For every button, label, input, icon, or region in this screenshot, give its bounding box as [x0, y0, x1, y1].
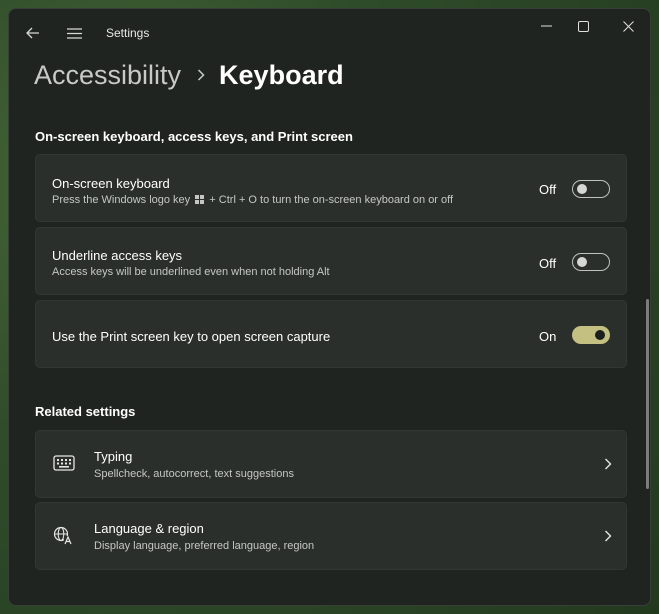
- chevron-right-icon: [604, 529, 612, 543]
- settings-window: Settings Accessibility Keyboard On-scree…: [8, 8, 651, 606]
- related-link-language-region[interactable]: Language & region Display language, pref…: [35, 502, 627, 570]
- breadcrumb-parent-accessibility[interactable]: Accessibility: [34, 60, 181, 91]
- language-icon: [53, 526, 75, 546]
- minimize-button[interactable]: [529, 15, 563, 37]
- print-screen-toggle[interactable]: [572, 326, 610, 344]
- setting-description: Access keys will be underlined even when…: [52, 266, 330, 278]
- minimize-icon: [540, 25, 552, 27]
- app-title: Settings: [106, 26, 150, 40]
- chevron-right-icon: [604, 457, 612, 471]
- close-button[interactable]: [610, 15, 646, 37]
- maximize-icon: [577, 20, 589, 32]
- windows-logo-icon: [195, 195, 205, 204]
- chevron-right-icon: [197, 69, 205, 81]
- setting-title: On-screen keyboard: [52, 176, 170, 191]
- link-description: Spellcheck, autocorrect, text suggestion…: [94, 468, 294, 480]
- back-button[interactable]: [21, 23, 45, 43]
- keyboard-icon: [53, 455, 75, 471]
- toggle-state-label: Off: [539, 256, 557, 271]
- navigation-menu-button[interactable]: [63, 23, 85, 43]
- page-title: Keyboard: [219, 59, 344, 90]
- title-bar: Settings: [9, 9, 650, 57]
- setting-card-on-screen-keyboard: On-screen keyboard Press the Windows log…: [35, 154, 627, 222]
- setting-card-print-screen: Use the Print screen key to open screen …: [35, 300, 627, 368]
- toggle-knob: [595, 330, 605, 340]
- toggle-knob: [577, 184, 587, 194]
- setting-title: Underline access keys: [52, 248, 183, 263]
- maximize-button[interactable]: [566, 15, 600, 37]
- related-link-typing[interactable]: Typing Spellcheck, autocorrect, text sug…: [35, 430, 627, 498]
- section-heading-related-settings: Related settings: [35, 404, 136, 419]
- section-heading-keyboard: On-screen keyboard, access keys, and Pri…: [35, 129, 353, 144]
- setting-card-underline-access-keys: Underline access keys Access keys will b…: [35, 227, 627, 295]
- underline-access-keys-toggle[interactable]: [572, 253, 610, 271]
- setting-description: Press the Windows logo key + Ctrl + O to…: [52, 194, 454, 206]
- toggle-state-label: Off: [539, 182, 557, 197]
- hamburger-icon: [66, 27, 82, 39]
- back-arrow-icon: [26, 27, 39, 39]
- toggle-knob: [577, 257, 587, 267]
- setting-title: Use the Print screen key to open screen …: [52, 329, 331, 344]
- breadcrumb: Accessibility Keyboard: [34, 57, 344, 93]
- link-description: Display language, preferred language, re…: [94, 540, 315, 552]
- close-icon: [622, 20, 634, 32]
- link-title: Language & region: [94, 521, 204, 536]
- vertical-scrollbar[interactable]: [646, 299, 649, 489]
- link-title: Typing: [94, 449, 133, 464]
- toggle-state-label: On: [539, 329, 557, 344]
- on-screen-keyboard-toggle[interactable]: [572, 180, 610, 198]
